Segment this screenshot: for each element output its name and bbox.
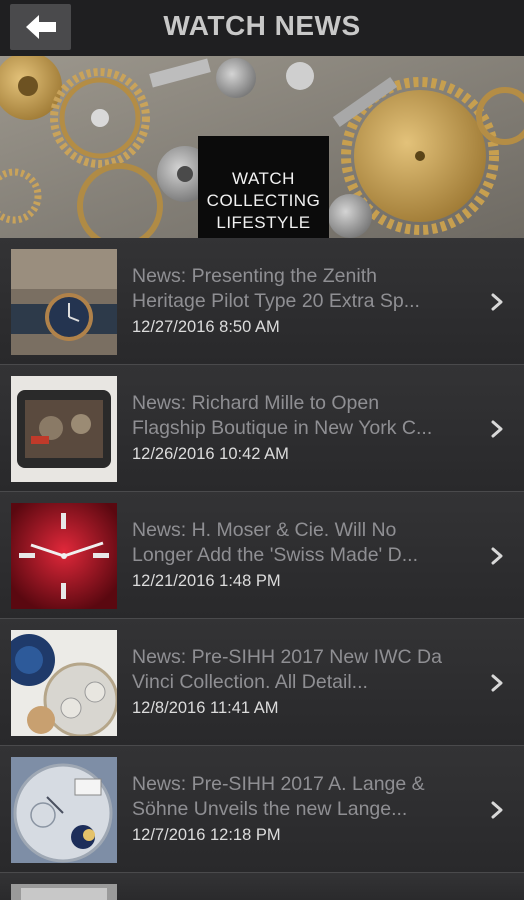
news-title-line: News: Pre-SIHH 2017 A. Lange & (132, 773, 425, 795)
news-date: 12/26/2016 10:42 AM (132, 445, 289, 463)
news-title-line: Söhne Unveils the new Lange... (132, 798, 408, 820)
chevron-right-icon (491, 420, 503, 438)
news-item[interactable]: News: Richard Mille to Open Flagship Bou… (0, 365, 524, 492)
brand-logo: WATCH COLLECTING LIFESTYLE (198, 136, 329, 238)
news-title: News: Richard Mille to Open Flagship Bou… (132, 391, 477, 441)
news-title-line: News: Richard Mille to Open (132, 392, 380, 414)
news-item[interactable]: News: Presenting the Zenith Heritage Pil… (0, 238, 524, 365)
chevron-right-icon (491, 674, 503, 692)
news-item[interactable] (0, 873, 524, 900)
news-date: 12/21/2016 1:48 PM (132, 572, 281, 590)
chevron-right-icon (491, 293, 503, 311)
news-title-line: Longer Add the 'Swiss Made' D... (132, 544, 419, 566)
news-title-line: Heritage Pilot Type 20 Extra Sp... (132, 290, 420, 312)
news-item[interactable]: News: Pre-SIHH 2017 New IWC Da Vinci Col… (0, 619, 524, 746)
news-item[interactable]: News: H. Moser & Cie. Will No Longer Add… (0, 492, 524, 619)
logo-line: WATCH (232, 169, 295, 188)
chevron-right-icon (491, 547, 503, 565)
news-date: 12/8/2016 11:41 AM (132, 699, 279, 717)
chevron-right-icon (491, 801, 503, 819)
news-title-line: Flagship Boutique in New York C... (132, 417, 433, 439)
news-title-line: Vinci Collection. All Detail... (132, 671, 368, 693)
news-thumbnail (11, 376, 117, 482)
news-thumbnail (11, 249, 117, 355)
news-item[interactable]: News: Pre-SIHH 2017 A. Lange & Söhne Unv… (0, 746, 524, 873)
news-date: 12/27/2016 8:50 AM (132, 318, 280, 336)
news-title-line: News: H. Moser & Cie. Will No (132, 519, 397, 541)
news-title-line: News: Pre-SIHH 2017 New IWC Da (132, 646, 442, 668)
news-thumbnail (11, 884, 117, 900)
hero-banner: WATCH COLLECTING LIFESTYLE (0, 56, 524, 238)
news-list: News: Presenting the Zenith Heritage Pil… (0, 238, 524, 900)
news-title-line: News: Presenting the Zenith (132, 265, 377, 287)
news-thumbnail (11, 503, 117, 609)
news-thumbnail (11, 757, 117, 863)
logo-line: COLLECTING (206, 191, 321, 210)
news-thumbnail (11, 630, 117, 736)
news-title: News: H. Moser & Cie. Will No Longer Add… (132, 518, 477, 568)
page-title: WATCH NEWS (163, 10, 361, 41)
news-title: News: Pre-SIHH 2017 New IWC Da Vinci Col… (132, 645, 477, 695)
logo-line: LIFESTYLE (216, 213, 311, 232)
news-title: News: Presenting the Zenith Heritage Pil… (132, 264, 477, 314)
top-bar: WATCH NEWS (0, 0, 524, 56)
news-date: 12/7/2016 12:18 PM (132, 826, 281, 844)
news-title: News: Pre-SIHH 2017 A. Lange & Söhne Unv… (132, 772, 477, 822)
